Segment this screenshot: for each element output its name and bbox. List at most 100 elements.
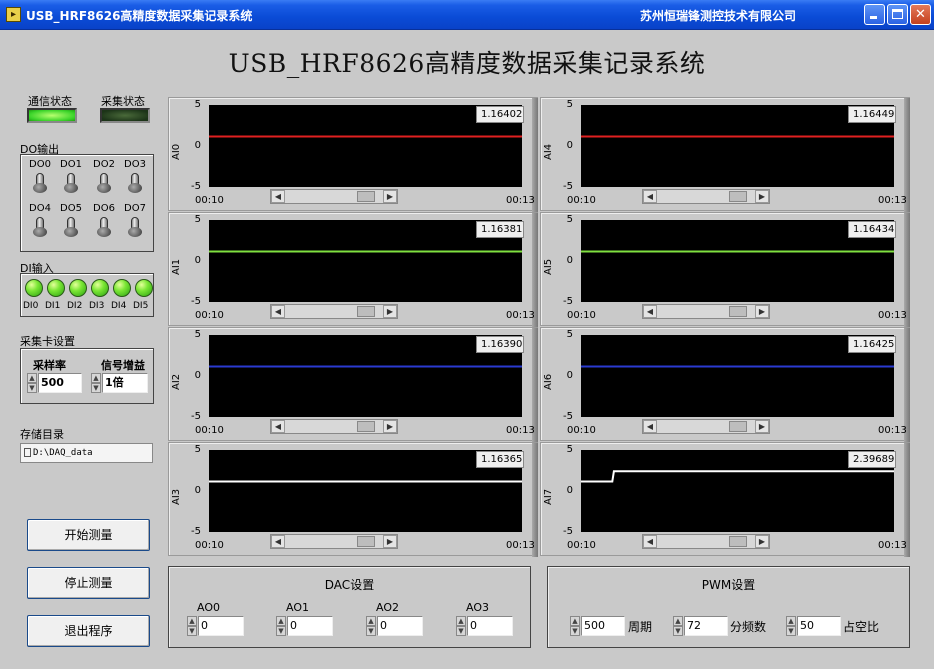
- gain-spinner[interactable]: ▲ ▼: [91, 373, 101, 393]
- scroll-left-icon[interactable]: ◀: [271, 420, 285, 433]
- chart-ai3: AI3 5 0 -5 1.16365 00:10 00:13 ◀ ▶: [168, 442, 538, 557]
- spin-up-icon[interactable]: ▲: [276, 616, 286, 626]
- scroll-thumb[interactable]: [357, 306, 375, 317]
- chart-scrollbar[interactable]: ◀ ▶: [642, 534, 770, 549]
- scroll-right-icon[interactable]: ▶: [383, 305, 397, 318]
- chart-ai0: AI0 5 0 -5 1.16402 00:10 00:13 ◀ ▶: [168, 97, 538, 212]
- spin-up-icon[interactable]: ▲: [187, 616, 197, 626]
- scroll-left-icon[interactable]: ◀: [271, 305, 285, 318]
- scroll-left-icon[interactable]: ◀: [271, 190, 285, 203]
- dac-ao2-input[interactable]: 0: [377, 616, 423, 636]
- chart-scrollbar[interactable]: ◀ ▶: [270, 419, 398, 434]
- scroll-right-icon[interactable]: ▶: [755, 535, 769, 548]
- scroll-left-icon[interactable]: ◀: [643, 305, 657, 318]
- pwm-period-spinner[interactable]: ▲ ▼: [570, 616, 580, 636]
- scroll-thumb[interactable]: [729, 536, 747, 547]
- do-switch-do7[interactable]: [128, 217, 142, 237]
- scroll-left-icon[interactable]: ◀: [271, 535, 285, 548]
- di-led-di3: [91, 279, 109, 297]
- close-button[interactable]: ✕: [910, 4, 931, 25]
- scroll-thumb[interactable]: [357, 421, 375, 432]
- scroll-thumb[interactable]: [357, 191, 375, 202]
- pwm-div-input[interactable]: 72: [684, 616, 728, 636]
- do-switch-do0[interactable]: [33, 173, 47, 193]
- chart-y-label: AI5: [543, 258, 554, 275]
- spin-down-icon[interactable]: ▼: [276, 626, 286, 636]
- pwm-duty-input[interactable]: 50: [797, 616, 841, 636]
- y-tick-label: -5: [191, 296, 201, 307]
- do-switch-do5[interactable]: [64, 217, 78, 237]
- chart-scrollbar[interactable]: ◀ ▶: [270, 534, 398, 549]
- chart-scrollbar[interactable]: ◀ ▶: [270, 304, 398, 319]
- y-tick-label: -5: [191, 526, 201, 537]
- comm-status-label: 通信状态: [28, 95, 72, 108]
- spin-up-icon[interactable]: ▲: [366, 616, 376, 626]
- scroll-thumb[interactable]: [357, 536, 375, 547]
- chart-scrollbar[interactable]: ◀ ▶: [642, 304, 770, 319]
- do-switch-do2[interactable]: [97, 173, 111, 193]
- chart-scrollbar[interactable]: ◀ ▶: [642, 189, 770, 204]
- scroll-left-icon[interactable]: ◀: [643, 190, 657, 203]
- dac-channel-label: AO2: [376, 601, 399, 614]
- dac-ao2-spinner[interactable]: ▲ ▼: [366, 616, 376, 636]
- do-switch-label: DO2: [93, 159, 115, 170]
- do-switch-do4[interactable]: [33, 217, 47, 237]
- do-switch-do1[interactable]: [64, 173, 78, 193]
- scroll-right-icon[interactable]: ▶: [383, 190, 397, 203]
- chart-y-label: AI7: [543, 488, 554, 505]
- spin-down-icon[interactable]: ▼: [187, 626, 197, 636]
- spin-up-icon[interactable]: ▲: [456, 616, 466, 626]
- dac-ao3-spinner[interactable]: ▲ ▼: [456, 616, 466, 636]
- exit-program-button[interactable]: 退出程序: [27, 615, 150, 647]
- di-led-label: DI2: [67, 301, 83, 311]
- scroll-right-icon[interactable]: ▶: [383, 420, 397, 433]
- y-tick-label: 0: [194, 255, 201, 266]
- di-led-label: DI0: [23, 301, 39, 311]
- scroll-thumb[interactable]: [729, 306, 747, 317]
- di-led-di1: [47, 279, 65, 297]
- spin-down-icon[interactable]: ▼: [366, 626, 376, 636]
- scroll-left-icon[interactable]: ◀: [643, 420, 657, 433]
- scroll-right-icon[interactable]: ▶: [755, 305, 769, 318]
- y-tick-label: 5: [566, 99, 573, 110]
- scroll-thumb[interactable]: [729, 191, 747, 202]
- stop-measure-button[interactable]: 停止测量: [27, 567, 150, 599]
- pwm-period-input[interactable]: 500: [581, 616, 625, 636]
- x-tick-end: 00:13: [506, 540, 535, 551]
- chart-value-readout: 1.16449: [848, 106, 896, 123]
- do-switch-do3[interactable]: [128, 173, 142, 193]
- y-tick-label: -5: [563, 181, 573, 192]
- dac-ao1-input[interactable]: 0: [287, 616, 333, 636]
- maximize-button[interactable]: [887, 4, 908, 25]
- scroll-right-icon[interactable]: ▶: [755, 190, 769, 203]
- scroll-right-icon[interactable]: ▶: [755, 420, 769, 433]
- dac-ao0-input[interactable]: 0: [198, 616, 244, 636]
- scroll-thumb[interactable]: [729, 421, 747, 432]
- start-measure-button[interactable]: 开始测量: [27, 519, 150, 551]
- scroll-right-icon[interactable]: ▶: [383, 535, 397, 548]
- do-switch-do6[interactable]: [97, 217, 111, 237]
- pwm-duty-spinner[interactable]: ▲ ▼: [786, 616, 796, 636]
- chart-scrollbar[interactable]: ◀ ▶: [270, 189, 398, 204]
- dac-ao1-spinner[interactable]: ▲ ▼: [276, 616, 286, 636]
- gain-input[interactable]: 1倍: [102, 373, 148, 393]
- pwm-div-spinner[interactable]: ▲ ▼: [673, 616, 683, 636]
- scroll-left-icon[interactable]: ◀: [643, 535, 657, 548]
- minimize-button[interactable]: [864, 4, 885, 25]
- y-tick-label: 0: [194, 140, 201, 151]
- card-settings-title: 采集卡设置: [20, 335, 75, 348]
- sample-rate-spinner[interactable]: ▲ ▼: [27, 373, 37, 393]
- x-tick-start: 00:10: [195, 195, 224, 206]
- toggle-base-icon: [64, 227, 78, 237]
- chart-scrollbar[interactable]: ◀ ▶: [642, 419, 770, 434]
- di-led-di2: [69, 279, 87, 297]
- storage-path-input[interactable]: D:\DAQ_data: [20, 443, 153, 463]
- x-tick-start: 00:10: [567, 195, 596, 206]
- sample-rate-input[interactable]: 500: [38, 373, 82, 393]
- dac-ao3-input[interactable]: 0: [467, 616, 513, 636]
- gain-label: 信号增益: [101, 359, 145, 372]
- window-company: 苏州恒瑞锋测控技术有限公司: [640, 9, 797, 23]
- y-tick-label: 5: [566, 444, 573, 455]
- spin-down-icon[interactable]: ▼: [456, 626, 466, 636]
- dac-ao0-spinner[interactable]: ▲ ▼: [187, 616, 197, 636]
